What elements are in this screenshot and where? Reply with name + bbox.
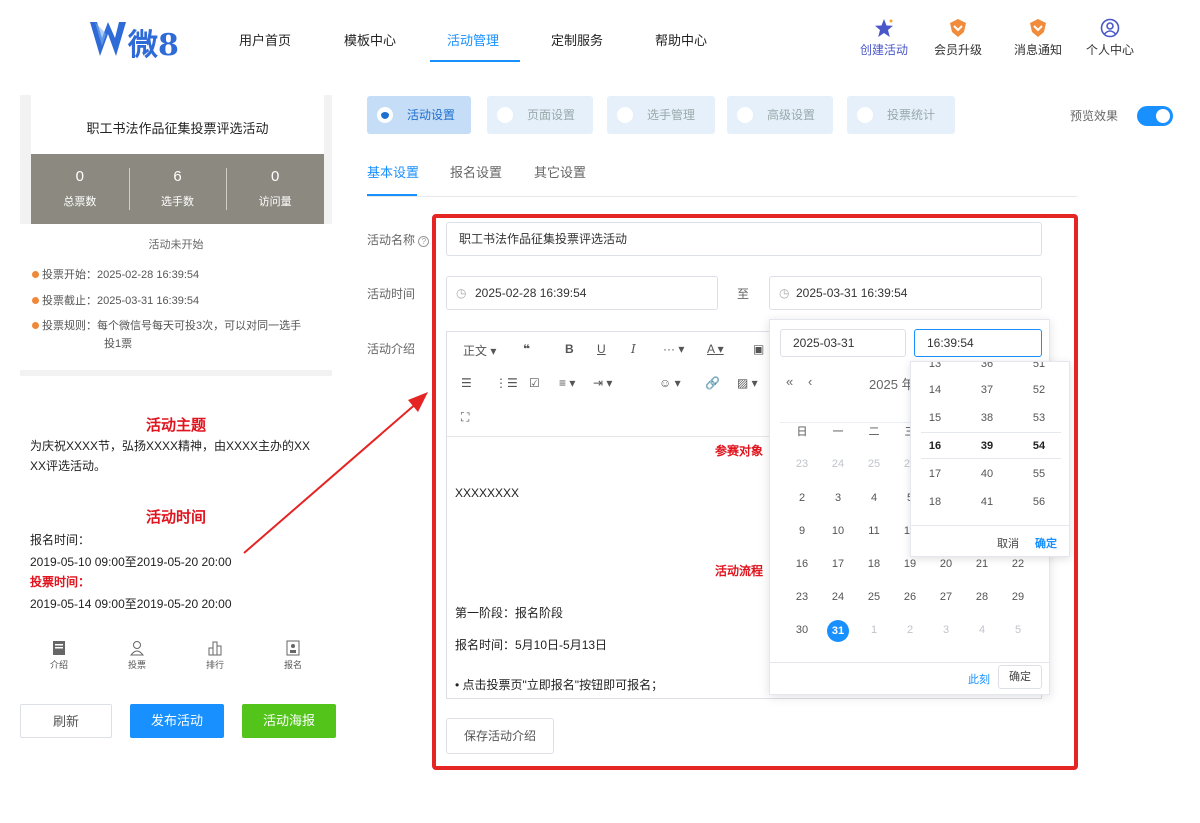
tab-intro[interactable]: 介绍 <box>20 634 98 680</box>
publish-activity-button[interactable]: 发布活动 <box>130 704 224 738</box>
preview-info-card: 活动未开始 投票开始：2025-02-28 16:39:54 投票截止：2025… <box>20 224 332 370</box>
preview-tabbar: 介绍 投票 排行 报名 <box>20 634 332 680</box>
stat-visits-label: 访问量 <box>258 196 292 208</box>
notification-icon <box>1030 19 1046 37</box>
tab-signup[interactable]: 报名 <box>254 634 332 680</box>
vip-upgrade-label: 会员升级 <box>933 43 982 57</box>
step-player-management[interactable]: 选手管理 <box>607 96 715 134</box>
subtab-other[interactable]: 其它设置 <box>534 162 586 181</box>
tab-ranking-label: 排行 <box>205 660 224 670</box>
stat-visits-value: 0 <box>271 168 280 185</box>
vote-end-dot <box>32 297 39 304</box>
activity-name-label-text: 活动名称 <box>367 233 416 247</box>
notification-label: 消息通知 <box>1013 43 1062 57</box>
tab-ranking[interactable]: 排行 <box>176 634 254 680</box>
stat-total-votes-value: 0 <box>75 168 84 185</box>
nav-template-center[interactable]: 模板中心 <box>344 30 396 49</box>
top-header: 微8 用户首页 模板中心 活动管理 定制服务 帮助中心 创建活动 会员升级 消息… <box>0 0 1200 78</box>
vote-rule-line: 投票规则：每个微信号每天可投3次，可以对同一选手 <box>32 317 301 333</box>
nav-user-home[interactable]: 用户首页 <box>239 30 291 49</box>
step-player-management-label: 选手管理 <box>647 108 696 122</box>
activity-poster-button[interactable]: 活动海报 <box>242 704 336 738</box>
step-activity-settings[interactable]: 活动设置 <box>367 96 471 134</box>
create-activity-label: 创建活动 <box>859 43 908 57</box>
signup-time-value: 2019-05-10 09:00至2019-05-20 20:00 <box>30 555 232 569</box>
nav-activity-management[interactable]: 活动管理 <box>447 30 499 49</box>
nav-help-center[interactable]: 帮助中心 <box>655 30 707 49</box>
notification-button[interactable]: 消息通知 <box>1008 18 1068 58</box>
preview-title: 职工书法作品征集投票评选活动 <box>31 95 324 155</box>
create-activity-button[interactable]: 创建活动 <box>854 18 914 58</box>
vote-start-text: 投票开始：2025-02-28 16:39:54 <box>42 269 200 281</box>
activity-time-label: 活动时间 <box>367 287 416 301</box>
activity-name-label: 活动名称 ? <box>367 231 430 248</box>
nav-active-indicator <box>430 60 520 62</box>
stat-players-value: 6 <box>173 168 182 185</box>
vote-end-text: 投票截止：2025-03-31 16:39:54 <box>42 295 200 307</box>
vote-time-label: 投票时间： <box>30 575 91 589</box>
heart-icon <box>377 107 393 123</box>
stat-players: 6 选手数 <box>128 154 227 224</box>
stats-icon <box>857 107 873 123</box>
step-vote-statistics-label: 投票统计 <box>887 108 936 122</box>
vote-end-line: 投票截止：2025-03-31 16:39:54 <box>32 292 199 308</box>
personal-center-button[interactable]: 个人中心 <box>1080 18 1140 58</box>
activity-intro-label: 活动介绍 <box>367 342 416 356</box>
nav-custom-service[interactable]: 定制服务 <box>551 30 603 49</box>
step-advanced-settings[interactable]: 高级设置 <box>727 96 833 134</box>
signup-time-label: 报名时间： <box>30 533 91 547</box>
subtab-active-indicator <box>367 194 417 196</box>
red-arrow-annotation <box>243 392 428 554</box>
step-page-settings[interactable]: 页面设置 <box>487 96 593 134</box>
tab-vote[interactable]: 投票 <box>98 634 176 680</box>
preview-effect-toggle[interactable] <box>1137 106 1173 126</box>
stat-players-label: 选手数 <box>161 196 194 208</box>
subtab-divider <box>367 196 1077 197</box>
activity-status: 活动未开始 <box>148 239 204 251</box>
vote-start-line: 投票开始：2025-02-28 16:39:54 <box>32 266 199 282</box>
stat-total-votes: 0 总票数 <box>31 154 129 224</box>
intro-icon <box>53 641 65 655</box>
logo-text: 微8 <box>128 28 179 63</box>
tab-intro-label: 介绍 <box>49 660 68 670</box>
stat-total-votes-label: 总票数 <box>63 196 97 208</box>
vote-rule-text: 投票规则：每个微信号每天可投3次，可以对同一选手 <box>42 320 302 332</box>
brand-logo[interactable]: 微8 <box>88 18 208 63</box>
refresh-button[interactable]: 刷新 <box>20 704 112 738</box>
page-icon <box>497 107 513 123</box>
subtab-signup[interactable]: 报名设置 <box>450 162 502 181</box>
user-icon <box>1100 18 1120 38</box>
advanced-icon <box>737 107 753 123</box>
star-icon <box>875 19 893 37</box>
subtab-basic[interactable]: 基本设置 <box>367 162 419 181</box>
ranking-icon <box>208 641 222 656</box>
red-highlight-box <box>432 214 1078 770</box>
help-icon[interactable]: ? <box>418 236 430 247</box>
step-page-settings-label: 页面设置 <box>527 108 576 122</box>
vote-user-icon <box>130 641 144 656</box>
personal-center-label: 个人中心 <box>1085 43 1134 57</box>
vip-shield-icon <box>950 19 966 37</box>
vote-time-value: 2019-05-14 09:00至2019-05-20 20:00 <box>30 597 232 611</box>
tab-vote-label: 投票 <box>127 660 146 670</box>
vote-start-dot <box>32 271 39 278</box>
player-icon <box>617 107 633 123</box>
theme-text-2: XX评选活动。 <box>30 459 107 473</box>
stat-visits: 0 访问量 <box>226 154 324 224</box>
step-advanced-settings-label: 高级设置 <box>767 108 816 122</box>
vote-rule-line2: 投1票 <box>104 338 133 350</box>
preview-stats: 0 总票数 6 选手数 0 访问量 <box>31 154 324 224</box>
tab-signup-label: 报名 <box>283 660 302 670</box>
step-activity-settings-label: 活动设置 <box>407 108 456 122</box>
signup-icon <box>286 640 300 656</box>
vip-upgrade-button[interactable]: 会员升级 <box>928 18 988 58</box>
vote-rule-dot <box>32 322 39 329</box>
step-vote-statistics[interactable]: 投票统计 <box>847 96 955 134</box>
preview-effect-label: 预览效果 <box>1070 109 1119 123</box>
